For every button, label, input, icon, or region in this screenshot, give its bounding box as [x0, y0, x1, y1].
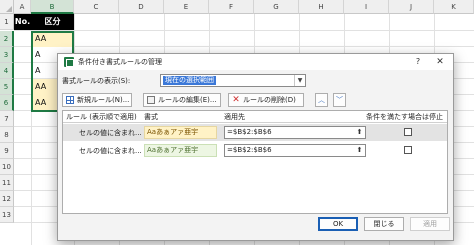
stop-if-true-checkbox[interactable]	[404, 128, 412, 136]
ok-button[interactable]: OK	[318, 217, 358, 231]
column-header-i[interactable]: I	[344, 0, 389, 14]
rule-row[interactable]: セルの値に含まれ... Aaあぁアァ亜宇 =$B$2:$B$6 ⬆	[63, 124, 447, 141]
column-header-c[interactable]: C	[74, 0, 119, 14]
show-rules-label: 書式ルールの表示(S):	[62, 77, 131, 85]
column-header-f[interactable]: F	[209, 0, 254, 14]
column-header-d[interactable]: D	[119, 0, 164, 14]
conditional-formatting-manager-dialog: 条件付き書式ルールの管理 ? ✕ 書式ルールの表示(S): 現在の選択範囲 ▼ …	[57, 53, 454, 241]
row-header-11[interactable]: 11	[0, 175, 14, 191]
row-header-4[interactable]: 4	[0, 63, 14, 79]
rules-toolbar: 新規ルール(N)... ルールの編集(E)... ✕ ルールの削除(D) ︿ ﹀	[62, 93, 448, 109]
stop-if-true-checkbox[interactable]	[404, 146, 412, 154]
excel-icon	[64, 57, 74, 67]
rule-name: セルの値に含まれ...	[79, 147, 142, 155]
row-header-13[interactable]: 13	[0, 207, 14, 223]
applies-to-value: =$B$2:$B$6	[227, 146, 272, 154]
rule-name: セルの値に含まれ...	[79, 129, 142, 137]
column-header-j[interactable]: J	[389, 0, 434, 14]
new-rule-icon	[66, 96, 74, 104]
gridline	[14, 46, 474, 47]
rule-format-preview: Aaあぁアァ亜宇	[144, 126, 217, 139]
row-header-10[interactable]: 10	[0, 159, 14, 175]
edit-rule-label: ルールの編集(E)...	[158, 96, 217, 104]
range-select-icon[interactable]: ⬆	[355, 146, 364, 155]
row-header-3[interactable]: 3	[0, 47, 14, 63]
row-header-9[interactable]: 9	[0, 143, 14, 159]
gridline	[14, 30, 474, 31]
dialog-title: 条件付き書式ルールの管理	[78, 58, 162, 66]
delete-icon: ✕	[232, 95, 240, 105]
cell-b1[interactable]: 区分	[31, 14, 74, 30]
row-header-12[interactable]: 12	[0, 191, 14, 207]
close-button[interactable]: 閉じる	[364, 217, 404, 231]
column-header-a[interactable]: A	[14, 0, 31, 14]
applies-to-field[interactable]: =$B$2:$B$6 ⬆	[224, 126, 366, 139]
help-button[interactable]: ?	[411, 55, 425, 69]
rule-row[interactable]: セルの値に含まれ... Aaあぁアァ亜宇 =$B$2:$B$6 ⬆	[63, 142, 447, 159]
move-down-button[interactable]: ﹀	[333, 93, 346, 107]
new-rule-button[interactable]: 新規ルール(N)...	[62, 93, 132, 107]
range-select-icon[interactable]: ⬆	[355, 128, 364, 137]
column-header-b[interactable]: B	[31, 0, 74, 14]
row-header-5[interactable]: 5	[0, 79, 14, 95]
column-header-k[interactable]: K	[434, 0, 474, 14]
apply-button[interactable]: 適用	[410, 217, 450, 231]
column-format: 書式	[144, 113, 158, 121]
applies-to-field[interactable]: =$B$2:$B$6 ⬆	[224, 144, 366, 157]
dialog-titlebar[interactable]: 条件付き書式ルールの管理 ? ✕	[58, 54, 453, 70]
row-header-6[interactable]: 6	[0, 95, 14, 111]
rules-table-header: ルール (表示順で適用) 書式 適用先 条件を満たす場合は停止	[63, 111, 447, 123]
delete-rule-label: ルールの削除(D)	[243, 96, 296, 104]
edit-rule-button[interactable]: ルールの編集(E)...	[143, 93, 221, 107]
row-header-1[interactable]: 1	[0, 14, 14, 30]
chevron-down-icon[interactable]: ▼	[294, 75, 305, 86]
select-all-corner[interactable]	[0, 0, 14, 14]
rule-format-preview: Aaあぁアァ亜宇	[144, 144, 217, 157]
move-up-button[interactable]: ︿	[315, 93, 328, 107]
row-header-8[interactable]: 8	[0, 127, 14, 143]
show-rules-select[interactable]: 現在の選択範囲 ▼	[160, 74, 306, 87]
cell-a1[interactable]: No.	[14, 14, 31, 30]
close-icon[interactable]: ✕	[429, 55, 451, 69]
edit-rule-icon	[147, 96, 155, 104]
row-header-2[interactable]: 2	[0, 31, 14, 47]
row-header-7[interactable]: 7	[0, 111, 14, 127]
rules-table: ルール (表示順で適用) 書式 適用先 条件を満たす場合は停止 セルの値に含まれ…	[62, 110, 448, 214]
delete-rule-button[interactable]: ✕ ルールの削除(D)	[228, 93, 304, 107]
column-applies-to: 適用先	[224, 113, 245, 121]
column-header-e[interactable]: E	[164, 0, 209, 14]
column-rule: ルール (表示順で適用)	[66, 113, 137, 121]
new-rule-label: 新規ルール(N)...	[77, 96, 130, 104]
column-header-h[interactable]: H	[299, 0, 344, 14]
column-stop-if-true: 条件を満たす場合は停止	[366, 113, 443, 121]
column-header-g[interactable]: G	[254, 0, 299, 14]
show-rules-value: 現在の選択範囲	[163, 76, 216, 85]
applies-to-value: =$B$2:$B$6	[227, 128, 272, 136]
